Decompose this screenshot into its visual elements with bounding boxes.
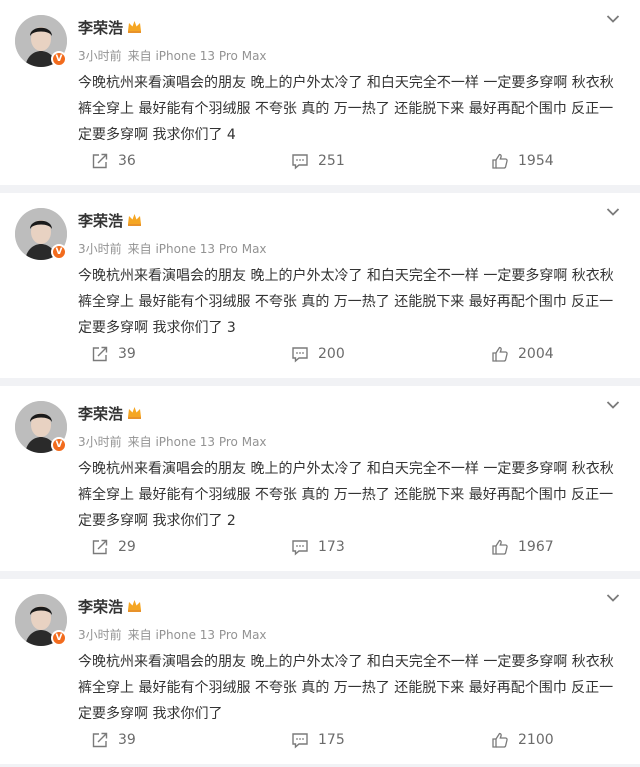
comment-icon bbox=[292, 733, 308, 749]
share-count: 39 bbox=[118, 732, 136, 748]
post-text: 今晚杭州来看演唱会的朋友 晚上的户外太冷了 和白天完全不一样 一定要多穿啊 秋衣… bbox=[78, 461, 614, 529]
like-count: 2004 bbox=[518, 346, 554, 362]
comment-button[interactable]: 173 bbox=[291, 534, 345, 560]
author-name[interactable]: 李荣浩 bbox=[78, 210, 123, 231]
like-button[interactable]: 1954 bbox=[491, 148, 554, 174]
share-icon bbox=[92, 346, 108, 362]
crown-icon bbox=[128, 21, 141, 33]
share-count: 29 bbox=[118, 539, 136, 555]
post-source: 来自 iPhone 13 Pro Max bbox=[127, 628, 267, 642]
chevron-down-icon[interactable] bbox=[606, 400, 620, 410]
thumbs-up-icon bbox=[492, 732, 508, 748]
comment-icon bbox=[292, 154, 308, 170]
comment-count: 251 bbox=[318, 153, 345, 169]
share-button[interactable]: 36 bbox=[91, 148, 136, 174]
comment-button[interactable]: 251 bbox=[291, 148, 345, 174]
like-count: 1967 bbox=[518, 539, 554, 555]
post-meta: 3小时前 来自 iPhone 13 Pro Max bbox=[78, 240, 273, 257]
share-button[interactable]: 39 bbox=[91, 341, 136, 367]
share-button[interactable]: 39 bbox=[91, 727, 136, 753]
verified-badge-icon: V bbox=[51, 51, 67, 67]
like-button[interactable]: 2100 bbox=[491, 727, 554, 753]
thumbs-up-icon bbox=[492, 539, 508, 555]
like-button[interactable]: 1967 bbox=[491, 534, 554, 560]
post-source: 来自 iPhone 13 Pro Max bbox=[127, 435, 267, 449]
verified-badge-icon: V bbox=[51, 437, 67, 453]
post-source: 来自 iPhone 13 Pro Max bbox=[127, 49, 267, 63]
crown-icon bbox=[128, 214, 141, 226]
share-count: 36 bbox=[118, 153, 136, 169]
comment-icon bbox=[292, 347, 308, 363]
comment-icon bbox=[292, 540, 308, 556]
author-name[interactable]: 李荣浩 bbox=[78, 17, 123, 38]
post-time[interactable]: 3小时前 bbox=[78, 628, 122, 642]
post-time[interactable]: 3小时前 bbox=[78, 49, 122, 63]
author-name[interactable]: 李荣浩 bbox=[78, 596, 123, 617]
weibo-post-card: V 李荣浩 3小时前 来自 iPhone 13 Pro Max 今晚杭州来看演唱会… bbox=[0, 386, 640, 571]
crown-icon bbox=[128, 407, 141, 419]
chevron-down-icon[interactable] bbox=[606, 207, 620, 217]
chevron-down-icon[interactable] bbox=[606, 14, 620, 24]
share-button[interactable]: 29 bbox=[91, 534, 136, 560]
weibo-post-card: V 李荣浩 3小时前 来自 iPhone 13 Pro Max 今晚杭州来看演唱会… bbox=[0, 193, 640, 378]
weibo-post-card: V 李荣浩 3小时前 来自 iPhone 13 Pro Max 今晚杭州来看演唱会… bbox=[0, 0, 640, 185]
thumbs-up-icon bbox=[492, 346, 508, 362]
post-time[interactable]: 3小时前 bbox=[78, 242, 122, 256]
comment-count: 173 bbox=[318, 539, 345, 555]
post-source: 来自 iPhone 13 Pro Max bbox=[127, 242, 267, 256]
post-actions: 36 251 1954 bbox=[0, 148, 640, 174]
post-meta: 3小时前 来自 iPhone 13 Pro Max bbox=[78, 626, 273, 643]
chevron-down-icon[interactable] bbox=[606, 593, 620, 603]
comment-button[interactable]: 175 bbox=[291, 727, 345, 753]
crown-icon bbox=[128, 600, 141, 612]
post-actions: 29 173 1967 bbox=[0, 534, 640, 560]
weibo-post-card: V 李荣浩 3小时前 来自 iPhone 13 Pro Max 今晚杭州来看演唱会… bbox=[0, 579, 640, 764]
verified-badge-icon: V bbox=[51, 244, 67, 260]
verified-badge-icon: V bbox=[51, 630, 67, 646]
share-icon bbox=[92, 153, 108, 169]
post-text: 今晚杭州来看演唱会的朋友 晚上的户外太冷了 和白天完全不一样 一定要多穿啊 秋衣… bbox=[78, 654, 614, 722]
post-actions: 39 175 2100 bbox=[0, 727, 640, 753]
author-name[interactable]: 李荣浩 bbox=[78, 403, 123, 424]
post-text: 今晚杭州来看演唱会的朋友 晚上的户外太冷了 和白天完全不一样 一定要多穿啊 秋衣… bbox=[78, 75, 614, 143]
like-button[interactable]: 2004 bbox=[491, 341, 554, 367]
share-count: 39 bbox=[118, 346, 136, 362]
comment-count: 175 bbox=[318, 732, 345, 748]
comment-count: 200 bbox=[318, 346, 345, 362]
post-actions: 39 200 2004 bbox=[0, 341, 640, 367]
post-meta: 3小时前 来自 iPhone 13 Pro Max bbox=[78, 47, 273, 64]
post-text: 今晚杭州来看演唱会的朋友 晚上的户外太冷了 和白天完全不一样 一定要多穿啊 秋衣… bbox=[78, 268, 614, 336]
share-icon bbox=[92, 732, 108, 748]
thumbs-up-icon bbox=[492, 153, 508, 169]
share-icon bbox=[92, 539, 108, 555]
post-time[interactable]: 3小时前 bbox=[78, 435, 122, 449]
like-count: 1954 bbox=[518, 153, 554, 169]
like-count: 2100 bbox=[518, 732, 554, 748]
comment-button[interactable]: 200 bbox=[291, 341, 345, 367]
post-meta: 3小时前 来自 iPhone 13 Pro Max bbox=[78, 433, 273, 450]
